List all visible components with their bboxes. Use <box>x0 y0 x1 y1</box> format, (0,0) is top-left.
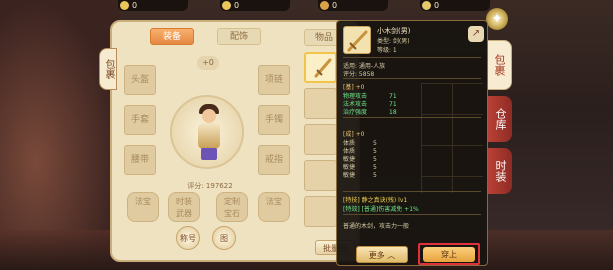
slot-ring[interactable]: 戒指 <box>258 145 290 175</box>
left-tab-bag[interactable]: 包裹 <box>99 48 117 90</box>
divider <box>343 191 481 192</box>
slot-belt[interactable]: 腰带 <box>124 145 156 175</box>
attr-label: 治疗强度 <box>343 109 368 116</box>
divider <box>343 214 481 215</box>
currency-ingot: 0 <box>318 0 388 11</box>
slot-label: 手套 <box>130 115 149 125</box>
currency-points: 0 <box>420 0 490 11</box>
item-type: 类型: 剑(男) <box>377 38 410 45</box>
item-score: 评分: 5858 <box>343 71 375 78</box>
points-icon <box>422 1 431 10</box>
more-button[interactable]: 更多 ︿ <box>356 246 408 263</box>
slot-label: 头盔 <box>130 75 149 85</box>
slot-right-treasure[interactable]: 法宝 <box>258 192 290 222</box>
title-button[interactable]: 称号 <box>176 226 200 250</box>
attr-value: 18 <box>389 109 397 116</box>
inventory-slot[interactable] <box>304 124 337 155</box>
tab-warehouse[interactable]: 仓库 <box>488 96 512 142</box>
sword-icon <box>314 58 332 78</box>
attr-row: 治疗强度 18 <box>343 107 397 116</box>
slot-necklace[interactable]: 项链 <box>258 65 290 95</box>
inventory-slot[interactable] <box>304 88 337 119</box>
special-skill: [特技] 静之真诀(残) lv1 <box>343 195 407 204</box>
divider <box>343 78 481 79</box>
character-body <box>198 123 220 149</box>
sword-icon <box>347 30 368 52</box>
picture-button[interactable]: 图 <box>212 226 236 250</box>
equip-button[interactable]: 穿上 <box>423 247 475 262</box>
slot-label: 项链 <box>264 75 283 85</box>
tab-equip[interactable]: 装备 <box>150 28 194 45</box>
currency-gold-value: 0 <box>132 1 138 10</box>
slot-label: 法宝 <box>266 197 282 206</box>
currency-silver: 0 <box>220 0 290 11</box>
item-description: 普通的木剑，攻击力一般 <box>343 223 410 230</box>
character-portrait <box>170 95 244 169</box>
gold-icon <box>120 1 129 10</box>
character-head <box>202 109 216 123</box>
base-attr-title: [基] +0 <box>343 84 365 91</box>
slot-left-treasure[interactable]: 法宝 <box>127 192 159 222</box>
slot-helmet[interactable]: 头盔 <box>124 65 156 95</box>
slot-fashion-weapon[interactable]: 时装 武器 <box>168 192 200 222</box>
item-level: 等级: 1 <box>377 47 397 54</box>
slot-label: 腰带 <box>130 155 149 165</box>
slot-label: 时装 武器 <box>176 197 192 218</box>
growth-row: 敏捷 5 <box>343 170 377 179</box>
slot-label: 法宝 <box>135 197 151 206</box>
inventory-slot-selected[interactable] <box>304 52 337 83</box>
currency-points-value: 0 <box>434 1 440 10</box>
tab-fashion[interactable]: 时装 <box>488 148 512 194</box>
star-icon[interactable]: ✦ <box>486 8 508 30</box>
tab-bag[interactable]: 包裹 <box>488 40 512 90</box>
enhance-level: +0 <box>197 56 219 70</box>
growth-label: 敏捷 <box>343 172 356 179</box>
inventory-slot[interactable] <box>304 196 337 227</box>
currency-silver-value: 0 <box>234 1 240 10</box>
special-effect-text: [特效] [普通]伤害减免 +1% <box>343 206 419 213</box>
item-tooltip: 小木剑(男) 类型: 剑(男) 等级: 1 适用: 通用-人族 评分: 5858… <box>336 20 488 266</box>
item-icon-box <box>343 26 371 54</box>
tooltip-grid-background <box>421 83 483 193</box>
slot-label: 手镯 <box>264 115 283 125</box>
item-name: 小木剑(男) <box>377 27 411 35</box>
tab-accessory[interactable]: 配饰 <box>217 28 261 45</box>
divider <box>343 117 481 118</box>
slot-label: 定制 宝石 <box>224 197 240 218</box>
divider <box>343 57 481 58</box>
growth-value: 5 <box>373 172 377 179</box>
share-icon[interactable]: ↗ <box>468 26 484 42</box>
equip-button-frame[interactable]: 穿上 <box>418 243 480 265</box>
coin-icon <box>222 1 231 10</box>
special-skill-text: [特技] 静之真诀(残) lv1 <box>343 197 408 204</box>
inventory-slot[interactable] <box>304 160 337 191</box>
character-score: 评分: 197622 <box>187 182 233 190</box>
growth-attr-title: [成] +0 <box>343 131 365 138</box>
slot-label: 戒指 <box>264 155 283 165</box>
slot-custom-gem[interactable]: 定制 宝石 <box>216 192 248 222</box>
special-effect: [特效] [普通]伤害减免 +1% <box>343 204 419 213</box>
currency-bar: 0 0 0 0 <box>0 0 613 12</box>
ingot-icon <box>320 1 329 10</box>
currency-ingot-value: 0 <box>332 1 338 10</box>
slot-bracelet[interactable]: 手镯 <box>258 105 290 135</box>
character-legs <box>201 148 217 160</box>
slot-gloves[interactable]: 手套 <box>124 105 156 135</box>
currency-gold: 0 <box>118 0 188 11</box>
